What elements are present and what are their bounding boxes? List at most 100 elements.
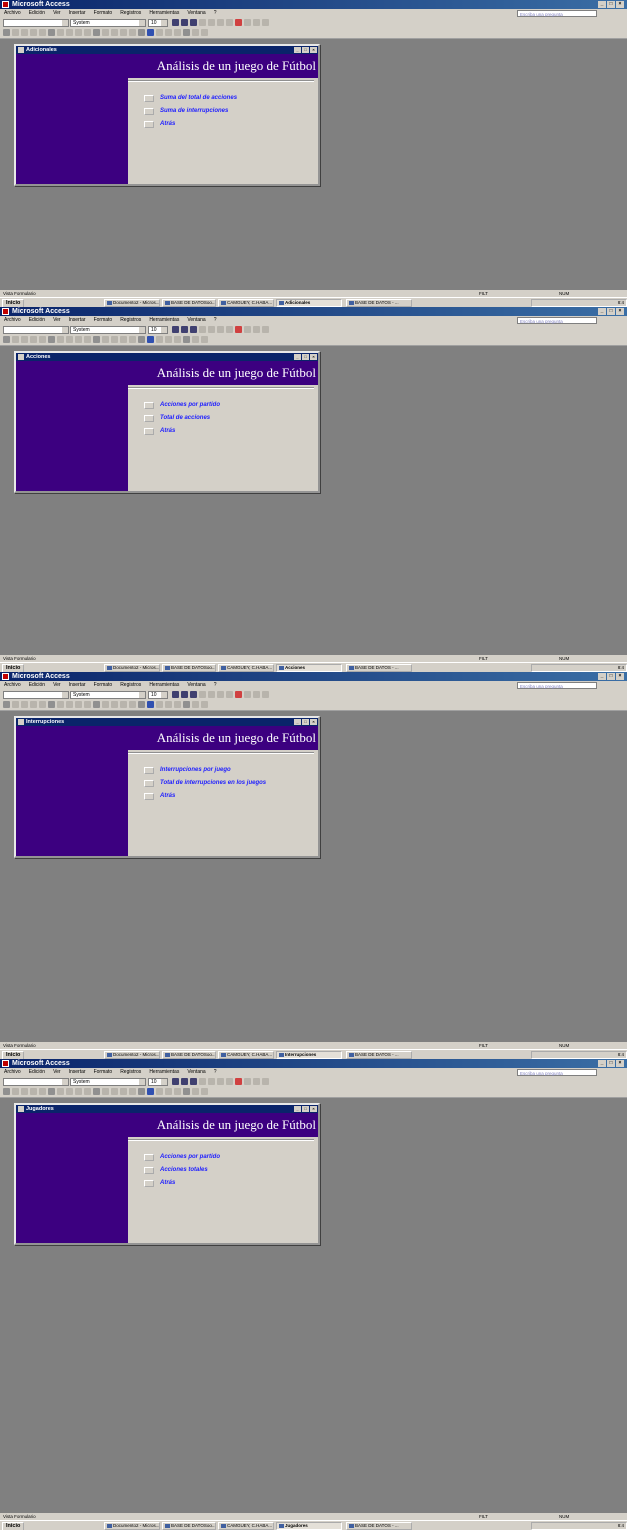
view-icon[interactable] — [3, 29, 10, 36]
switchboard-item[interactable]: Acciones por partido — [144, 1152, 220, 1162]
menu-8[interactable]: ? — [214, 9, 217, 18]
filter-form-icon[interactable] — [129, 336, 136, 343]
preview-icon[interactable] — [30, 701, 37, 708]
save-icon[interactable] — [12, 701, 19, 708]
taskbar-button[interactable]: BASE DE DATOS - ... — [346, 1051, 412, 1059]
line-color-icon[interactable] — [244, 326, 251, 333]
taskbar-button[interactable]: BASE DE DATOSoo... — [162, 299, 216, 307]
switchboard-item-label[interactable]: Interrupciones por juego — [160, 767, 231, 773]
filter-form-icon[interactable] — [129, 29, 136, 36]
copy-icon[interactable] — [57, 701, 64, 708]
menu-2[interactable]: Ver — [53, 1068, 61, 1077]
object-combo[interactable] — [3, 1078, 69, 1086]
object-combo[interactable] — [3, 326, 69, 334]
form-close-button[interactable]: × — [310, 47, 317, 53]
align-left-icon[interactable] — [199, 691, 206, 698]
undo-icon[interactable] — [84, 1088, 91, 1095]
bold-icon[interactable] — [172, 326, 179, 333]
ask-question-box[interactable]: Escriba una pregunta — [517, 10, 597, 17]
form-close-button[interactable]: × — [310, 354, 317, 360]
paste-icon[interactable] — [66, 336, 73, 343]
border-icon[interactable] — [253, 1078, 260, 1085]
database-window-icon[interactable] — [183, 1088, 190, 1095]
font-size-combo[interactable]: 10 — [148, 326, 168, 334]
switchboard-item[interactable]: Atrás — [144, 1178, 175, 1188]
start-button[interactable]: Inicio — [2, 664, 25, 672]
fill-color-icon[interactable] — [226, 1078, 233, 1085]
taskbar-button[interactable]: BASE DE DATOS - ... — [346, 1522, 412, 1530]
delete-record-icon[interactable] — [165, 29, 172, 36]
properties-icon[interactable] — [174, 1088, 181, 1095]
filter-selection-icon[interactable] — [120, 336, 127, 343]
new-object-icon[interactable] — [192, 701, 199, 708]
taskbar-button[interactable]: BASE DE DATOSoo... — [162, 664, 216, 672]
special-effect-icon[interactable] — [262, 19, 269, 26]
ask-question-box[interactable]: Escriba una pregunta — [517, 1069, 597, 1076]
maximize-button[interactable]: □ — [607, 673, 615, 680]
preview-icon[interactable] — [30, 336, 37, 343]
taskbar-button[interactable]: Acciones — [276, 664, 342, 672]
taskbar-button[interactable]: CAMGUEY, C.HABA... — [218, 1051, 274, 1059]
align-right-icon[interactable] — [217, 326, 224, 333]
switchboard-item[interactable]: Suma del total de acciones — [144, 93, 237, 103]
switchboard-item[interactable]: Total de acciones — [144, 413, 210, 423]
paste-icon[interactable] — [66, 701, 73, 708]
filter-form-icon[interactable] — [129, 1088, 136, 1095]
undo-icon[interactable] — [84, 29, 91, 36]
sort-asc-icon[interactable] — [102, 701, 109, 708]
switchboard-button[interactable] — [144, 414, 154, 422]
chevron-down-icon[interactable] — [161, 1079, 167, 1085]
special-effect-icon[interactable] — [262, 691, 269, 698]
find-icon[interactable] — [147, 336, 154, 343]
switchboard-item[interactable]: Suma de interrupciones — [144, 106, 228, 116]
apply-filter-icon[interactable] — [138, 701, 145, 708]
menu-2[interactable]: Ver — [53, 9, 61, 18]
chevron-down-icon[interactable] — [139, 692, 145, 698]
format-painter-icon[interactable] — [75, 701, 82, 708]
minimize-button[interactable]: _ — [598, 308, 606, 315]
menu-3[interactable]: Insertar — [69, 316, 86, 325]
bold-icon[interactable] — [172, 691, 179, 698]
taskbar-button[interactable]: BASE DE DATOSoo... — [162, 1522, 216, 1530]
menu-5[interactable]: Registros — [120, 1068, 141, 1077]
new-record-icon[interactable] — [156, 29, 163, 36]
menu-0[interactable]: Archivo — [4, 1068, 21, 1077]
database-window-icon[interactable] — [183, 29, 190, 36]
menu-7[interactable]: Ventana — [187, 1068, 205, 1077]
apply-filter-icon[interactable] — [138, 336, 145, 343]
menu-8[interactable]: ? — [214, 1068, 217, 1077]
align-center-icon[interactable] — [208, 1078, 215, 1085]
view-icon[interactable] — [3, 701, 10, 708]
cut-icon[interactable] — [48, 29, 55, 36]
menu-3[interactable]: Insertar — [69, 9, 86, 18]
special-effect-icon[interactable] — [262, 1078, 269, 1085]
menu-7[interactable]: Ventana — [187, 9, 205, 18]
switchboard-item-label[interactable]: Total de interrupciones en los juegos — [160, 780, 266, 786]
italic-icon[interactable] — [181, 691, 188, 698]
save-icon[interactable] — [12, 1088, 19, 1095]
sort-desc-icon[interactable] — [111, 1088, 118, 1095]
underline-icon[interactable] — [190, 1078, 197, 1085]
minimize-button[interactable]: _ — [598, 673, 606, 680]
taskbar-button[interactable]: BASE DE DATOS - ... — [346, 299, 412, 307]
print-icon[interactable] — [21, 29, 28, 36]
save-icon[interactable] — [12, 29, 19, 36]
taskbar-button[interactable]: CAMGUEY, C.HABA... — [218, 1522, 274, 1530]
underline-icon[interactable] — [190, 326, 197, 333]
taskbar-button[interactable]: Documento2 - Micros... — [104, 664, 160, 672]
italic-icon[interactable] — [181, 326, 188, 333]
print-icon[interactable] — [21, 701, 28, 708]
delete-record-icon[interactable] — [165, 336, 172, 343]
taskbar-button[interactable]: BASE DE DATOS - ... — [346, 664, 412, 672]
taskbar-button[interactable]: Documento2 - Micros... — [104, 299, 160, 307]
chevron-down-icon[interactable] — [62, 327, 68, 333]
align-center-icon[interactable] — [208, 19, 215, 26]
menu-4[interactable]: Formato — [94, 1068, 113, 1077]
menu-3[interactable]: Insertar — [69, 1068, 86, 1077]
start-button[interactable]: Inicio — [2, 1051, 25, 1059]
database-window-icon[interactable] — [183, 701, 190, 708]
form-close-button[interactable]: × — [310, 719, 317, 725]
form-maximize-button[interactable]: □ — [302, 1106, 309, 1112]
switchboard-button[interactable] — [144, 792, 154, 800]
new-object-icon[interactable] — [192, 29, 199, 36]
